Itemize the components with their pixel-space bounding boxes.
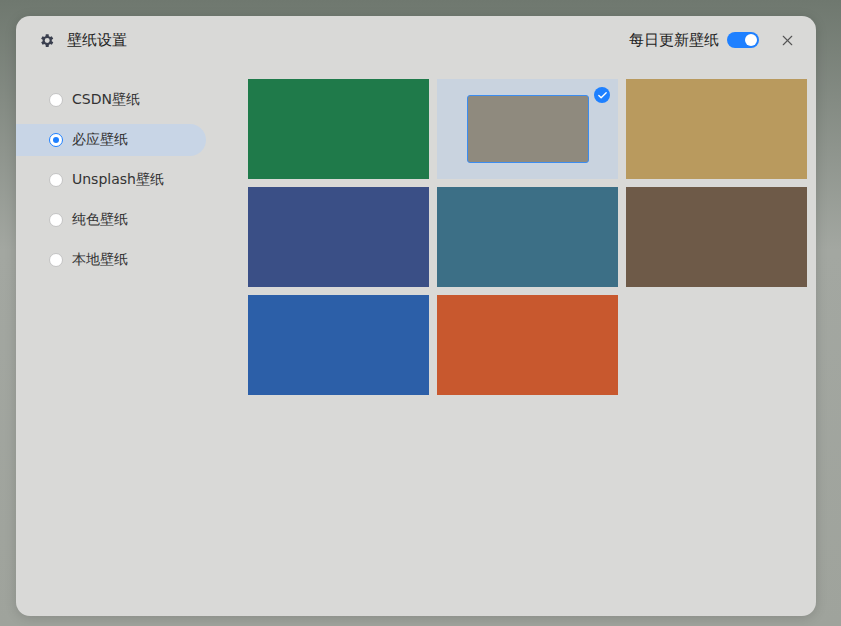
dialog-title: 壁纸设置: [67, 31, 629, 50]
wallpaper-tile[interactable]: [437, 187, 618, 287]
dialog-body: CSDN壁纸必应壁纸 Unsplash壁纸纯色壁纸本地壁纸: [16, 64, 816, 616]
close-icon[interactable]: [779, 32, 796, 49]
wallpaper-tile[interactable]: [626, 187, 807, 287]
gear-icon: [38, 32, 55, 49]
source-label: Unsplash壁纸: [72, 171, 164, 189]
wallpaper-grid: [248, 79, 807, 616]
daily-update-toggle[interactable]: [727, 32, 759, 48]
source-label: 纯色壁纸: [72, 211, 128, 229]
radio-button[interactable]: [49, 133, 63, 147]
wallpaper-preview: [467, 95, 589, 163]
wallpaper-tile[interactable]: [437, 295, 618, 395]
radio-button[interactable]: [49, 253, 63, 267]
source-label: 必应壁纸: [72, 131, 128, 149]
toggle-knob: [745, 34, 757, 46]
wallpaper-dialog: 壁纸设置每日更新壁纸 CSDN壁纸必应壁纸 Unsplash壁纸纯色壁纸本地壁纸: [16, 16, 816, 616]
dialog-header: 壁纸设置每日更新壁纸: [16, 16, 816, 64]
wallpaper-tile[interactable]: [626, 79, 807, 179]
source-item[interactable]: 必应壁纸: [16, 124, 206, 156]
selected-badge: [594, 87, 610, 103]
source-item[interactable]: 纯色壁纸: [16, 204, 206, 236]
source-item[interactable]: CSDN壁纸: [16, 84, 206, 116]
source-list: CSDN壁纸必应壁纸 Unsplash壁纸纯色壁纸本地壁纸: [16, 79, 206, 616]
wallpaper-tile[interactable]: [437, 79, 618, 179]
check-icon: [597, 90, 608, 101]
source-label: CSDN壁纸: [72, 91, 140, 109]
wallpaper-tile[interactable]: [248, 187, 429, 287]
radio-dot: [53, 137, 59, 143]
radio-button[interactable]: [49, 173, 63, 187]
source-item[interactable]: 本地壁纸: [16, 244, 206, 276]
wallpaper-tile[interactable]: [248, 79, 429, 179]
radio-button[interactable]: [49, 213, 63, 227]
source-label: 本地壁纸: [72, 251, 128, 269]
close-button[interactable]: [779, 32, 796, 49]
source-item[interactable]: Unsplash壁纸: [16, 164, 206, 196]
daily-update-label: 每日更新壁纸: [629, 31, 719, 50]
radio-button[interactable]: [49, 93, 63, 107]
desktop: 壁纸设置每日更新壁纸 CSDN壁纸必应壁纸 Unsplash壁纸纯色壁纸本地壁纸: [0, 0, 841, 626]
wallpaper-tile[interactable]: [248, 295, 429, 395]
